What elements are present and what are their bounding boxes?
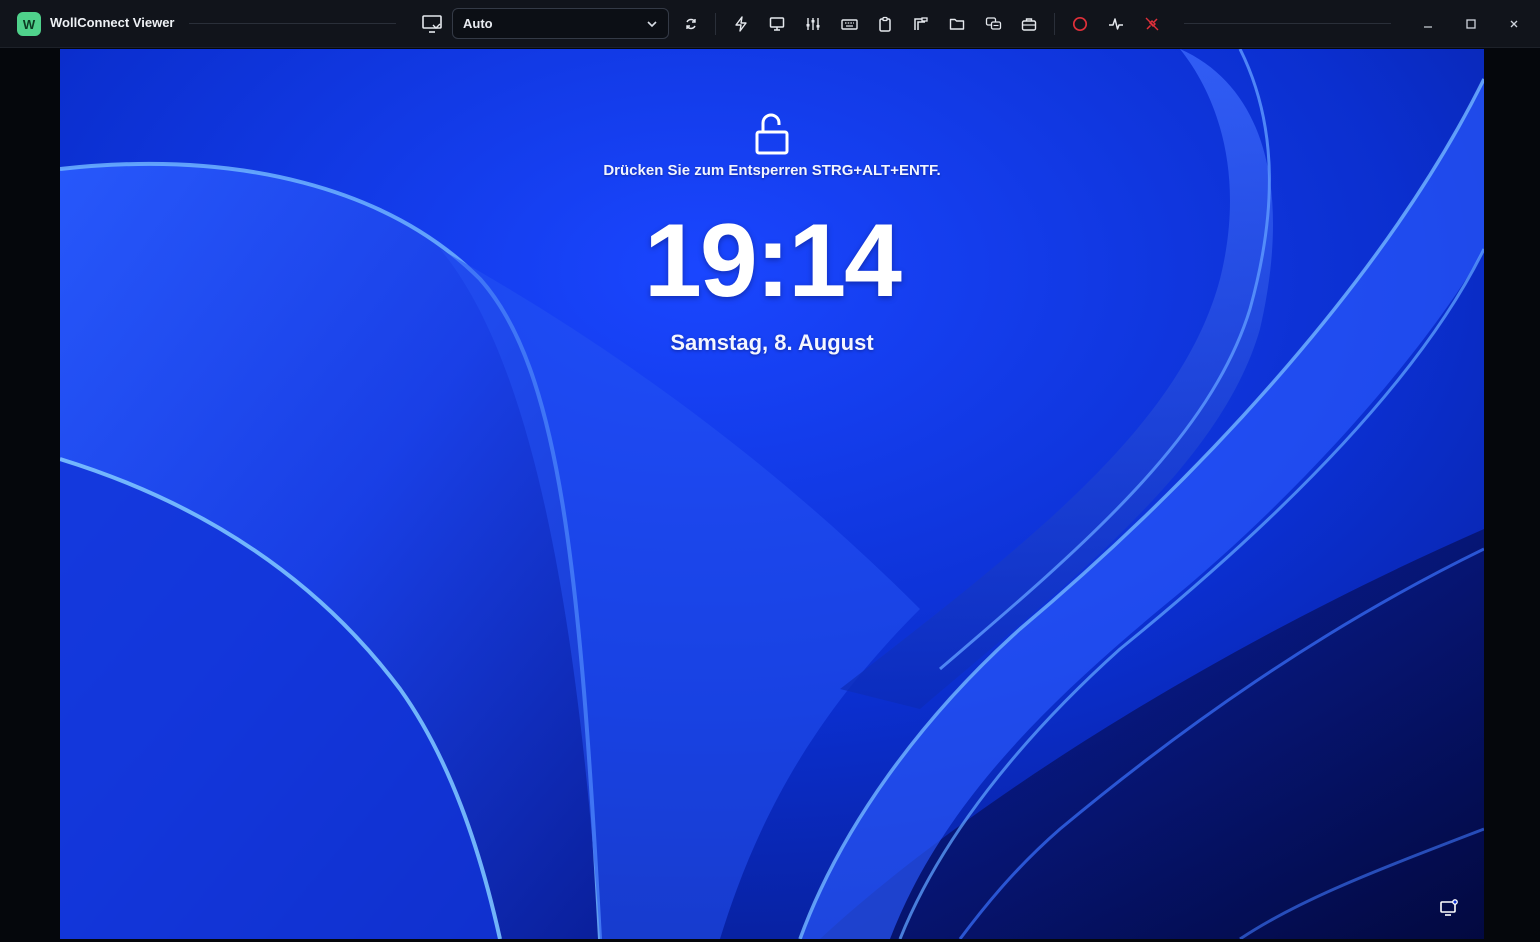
unlock-hint: Drücken Sie zum Entsperren STRG+ALT+ENTF… <box>603 162 941 179</box>
lightning-button[interactable] <box>728 11 754 37</box>
record-button[interactable] <box>1067 11 1093 37</box>
keyboard-icon <box>840 19 858 30</box>
remote-screen[interactable]: Drücken Sie zum Entsperren STRG+ALT+ENTF… <box>60 49 1484 939</box>
chat-icon <box>985 17 1001 30</box>
title-divider-left <box>189 23 396 24</box>
clipboard-icon <box>879 16 891 32</box>
close-icon <box>1510 20 1518 28</box>
title-divider-right <box>1184 23 1391 24</box>
chat-button[interactable] <box>980 11 1006 37</box>
lockscreen-time: 19:14 <box>644 203 902 319</box>
unlock-icon <box>755 113 789 155</box>
transfer-icon <box>914 17 928 30</box>
maximize-button[interactable] <box>1456 10 1486 38</box>
monitor-select-icon <box>422 15 442 33</box>
folder-icon <box>949 18 965 30</box>
refresh-icon <box>686 18 696 30</box>
lockscreen-date: Samstag, 8. August <box>670 330 874 355</box>
lightning-icon <box>735 16 747 32</box>
toolbar-separator <box>715 13 716 35</box>
toolbar-separator <box>1054 13 1055 35</box>
network-status-icon[interactable] <box>1438 897 1460 919</box>
close-button[interactable] <box>1499 10 1529 38</box>
app-logo: W <box>17 12 41 36</box>
monitor-select-value: Auto <box>463 16 493 31</box>
wallpaper <box>60 49 1484 939</box>
minimize-icon <box>1424 26 1432 28</box>
chevron-down-icon <box>647 21 657 28</box>
activity-icon <box>1109 18 1123 30</box>
transfer-button[interactable] <box>908 11 934 37</box>
sliders-icon <box>806 18 820 30</box>
disconnect-icon <box>1145 17 1159 31</box>
monitor-select-button[interactable] <box>419 11 445 37</box>
folder-button[interactable] <box>944 11 970 37</box>
toolbox-button[interactable] <box>1016 11 1042 37</box>
sliders-button[interactable] <box>800 11 826 37</box>
keyboard-button[interactable] <box>836 11 862 37</box>
display-icon <box>769 17 785 31</box>
disconnect-button[interactable] <box>1139 11 1165 37</box>
minimize-button[interactable] <box>1413 10 1443 38</box>
display-button[interactable] <box>764 11 790 37</box>
app-logo-letter: W <box>22 16 36 32</box>
monitor-select[interactable]: Auto <box>452 8 669 39</box>
title-bar: W WollConnect Viewer Auto <box>0 0 1540 48</box>
activity-button[interactable] <box>1103 11 1129 37</box>
toolbox-icon <box>1021 17 1037 31</box>
app-title: WollConnect Viewer <box>50 15 175 30</box>
maximize-icon <box>1466 19 1476 29</box>
clipboard-button[interactable] <box>872 11 898 37</box>
refresh-button[interactable] <box>678 11 704 37</box>
record-icon <box>1072 16 1088 32</box>
